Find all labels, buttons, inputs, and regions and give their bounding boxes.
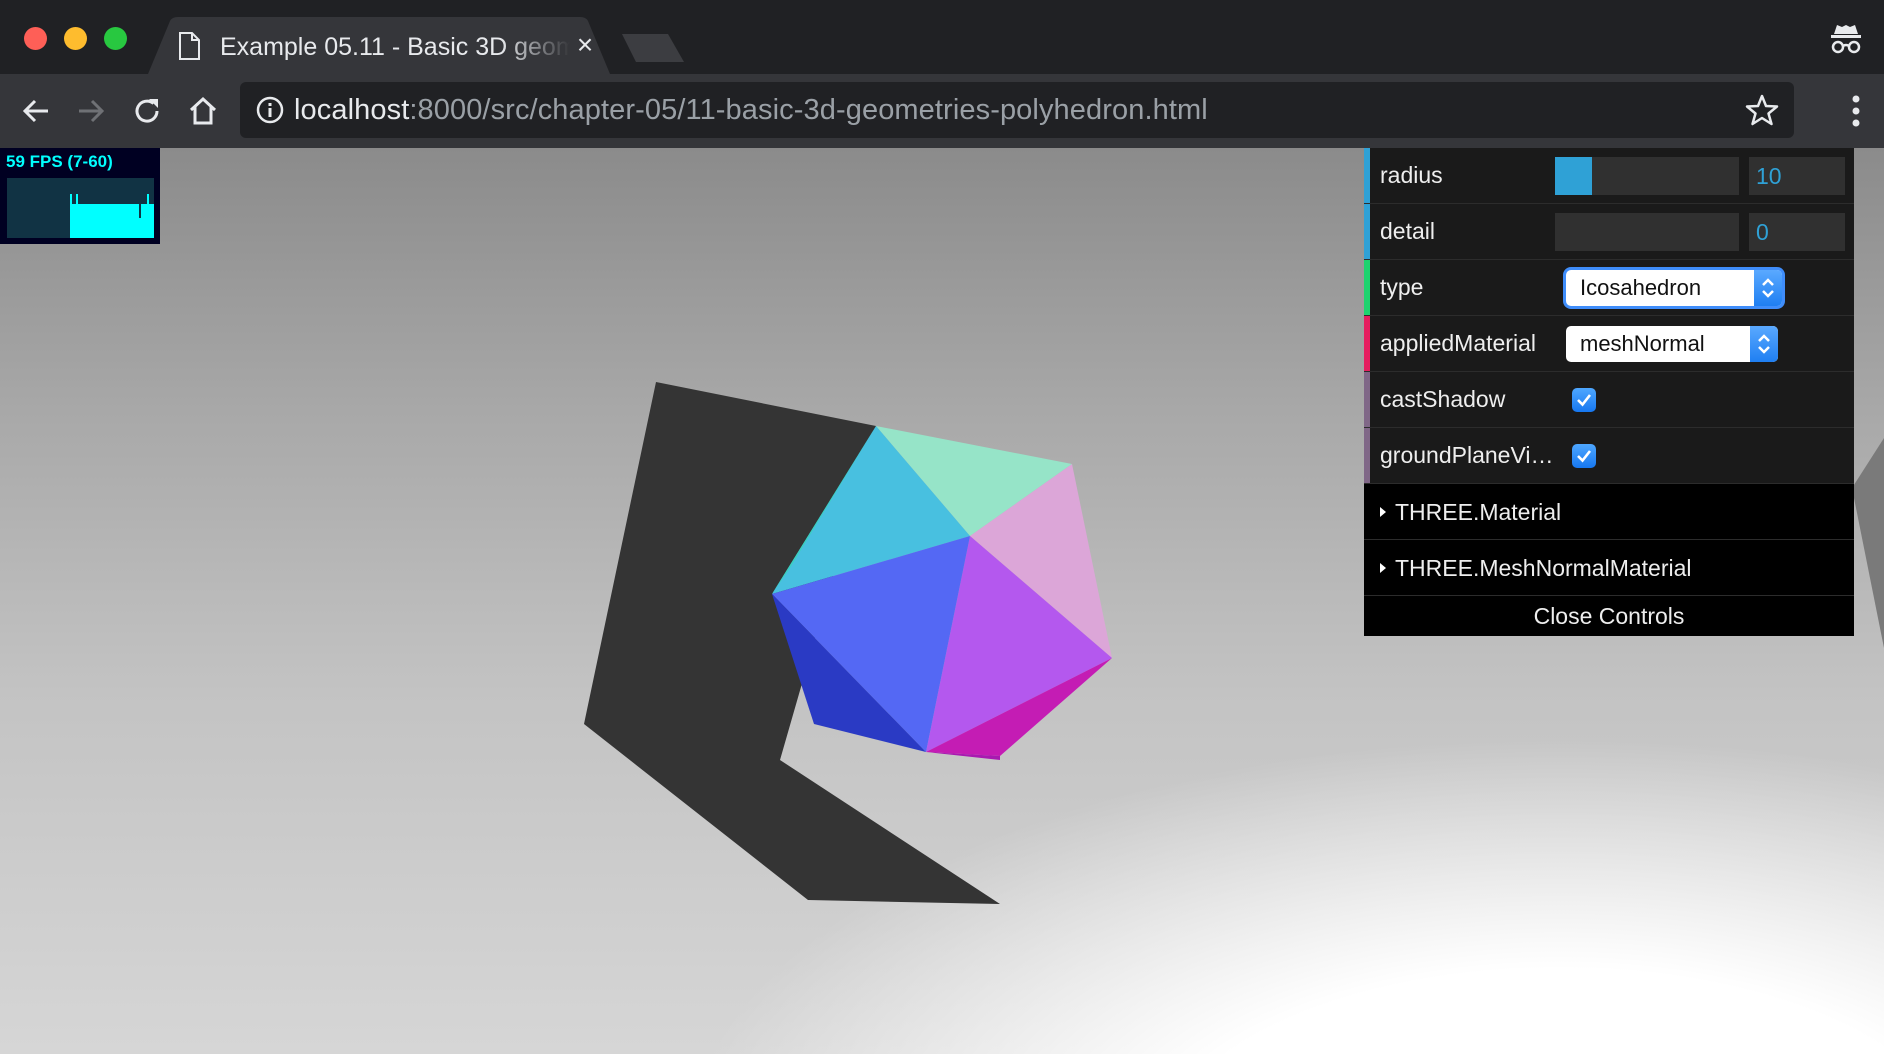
detail-input[interactable]: 0: [1749, 213, 1845, 251]
cast-shadow-checkbox[interactable]: [1572, 388, 1596, 412]
home-icon[interactable]: [182, 90, 224, 132]
title-bar: Example 05.11 - Basic 3D geometries - Po…: [0, 0, 1884, 74]
ground-plane-edge: [1852, 438, 1884, 648]
type-controller: type Icosahedron: [1364, 260, 1854, 316]
url-path: :8000/src/chapter-05/11-basic-3d-geometr…: [409, 94, 1208, 126]
zoom-window-button[interactable]: [104, 27, 127, 50]
incognito-icon: [1831, 25, 1861, 54]
applied-material-selected-value: meshNormal: [1580, 331, 1705, 356]
folder-label: THREE.Material: [1395, 499, 1562, 525]
menu-dots-icon[interactable]: [1846, 90, 1866, 132]
dat-gui-panel: radius 10 detail 0 type Icosahedron appl…: [1364, 148, 1854, 636]
radius-slider-fill: [1555, 157, 1592, 195]
detail-slider[interactable]: [1555, 213, 1739, 251]
function-stripe: [1364, 316, 1370, 371]
option-stripe: [1364, 260, 1370, 315]
applied-material-label: appliedMaterial: [1380, 330, 1536, 356]
radius-slider[interactable]: [1555, 157, 1739, 195]
bookmark-star-icon[interactable]: [1744, 92, 1780, 128]
folder-three-material[interactable]: THREE.Material: [1364, 484, 1854, 540]
type-label: type: [1380, 274, 1424, 300]
folder-collapsed-icon: [1380, 563, 1386, 573]
radius-label: radius: [1380, 162, 1443, 188]
select-arrows-icon: [1754, 270, 1782, 306]
select-arrows-icon: [1750, 326, 1778, 362]
boolean-stripe: [1364, 372, 1370, 427]
fps-graph: [7, 178, 154, 238]
radius-input[interactable]: 10: [1749, 157, 1845, 195]
webgl-canvas[interactable]: 59 FPS (7-60) radius 10 detail 0 type Ic…: [0, 148, 1884, 1054]
close-controls-button[interactable]: Close Controls: [1364, 596, 1854, 636]
active-tab[interactable]: Example 05.11 - Basic 3D geometries - Po…: [148, 17, 610, 74]
fps-readout: 59 FPS (7-60): [6, 152, 113, 171]
close-window-button[interactable]: [24, 27, 47, 50]
tab-close-icon[interactable]: ×: [570, 30, 600, 60]
detail-label: detail: [1380, 218, 1435, 244]
url-host: localhost: [294, 94, 410, 126]
type-selected-value: Icosahedron: [1580, 275, 1702, 300]
url-text[interactable]: localhost:8000/src/chapter-05/11-basic-3…: [294, 93, 1208, 127]
ground-plane-visible-checkbox[interactable]: [1572, 444, 1596, 468]
type-select[interactable]: Icosahedron: [1566, 270, 1782, 306]
radius-controller: radius 10: [1364, 148, 1854, 204]
detail-controller: detail 0: [1364, 204, 1854, 260]
checkmark-icon: [1577, 450, 1592, 463]
tab-title: Example 05.11 - Basic 3D geometries - Po…: [220, 33, 570, 61]
info-icon[interactable]: [254, 94, 286, 126]
forward-arrow-icon[interactable]: [70, 90, 112, 132]
reload-icon[interactable]: [126, 90, 168, 132]
cast-shadow-label: castShadow: [1380, 386, 1506, 412]
fps-stats-panel[interactable]: 59 FPS (7-60): [0, 148, 160, 244]
applied-material-select[interactable]: meshNormal: [1566, 326, 1778, 362]
checkmark-icon: [1577, 394, 1592, 407]
minimize-window-button[interactable]: [64, 27, 87, 50]
new-tab-button[interactable]: [622, 34, 684, 62]
ground-plane-visible-label: groundPlaneVi…: [1380, 442, 1554, 468]
folder-label: THREE.MeshNormalMaterial: [1395, 555, 1692, 581]
address-bar[interactable]: localhost:8000/src/chapter-05/11-basic-3…: [240, 82, 1794, 138]
back-arrow-icon[interactable]: [15, 90, 57, 132]
folder-three-mesh-normal-material[interactable]: THREE.MeshNormalMaterial: [1364, 540, 1854, 596]
number-stripe: [1364, 148, 1370, 203]
number-stripe: [1364, 204, 1370, 259]
browser-toolbar: localhost:8000/src/chapter-05/11-basic-3…: [0, 74, 1884, 148]
folder-collapsed-icon: [1380, 507, 1386, 517]
ground-plane-visible-controller: groundPlaneVi…: [1364, 428, 1854, 484]
applied-material-controller: appliedMaterial meshNormal: [1364, 316, 1854, 372]
boolean-stripe: [1364, 428, 1370, 483]
page-icon: [178, 32, 200, 60]
cast-shadow-controller: castShadow: [1364, 372, 1854, 428]
